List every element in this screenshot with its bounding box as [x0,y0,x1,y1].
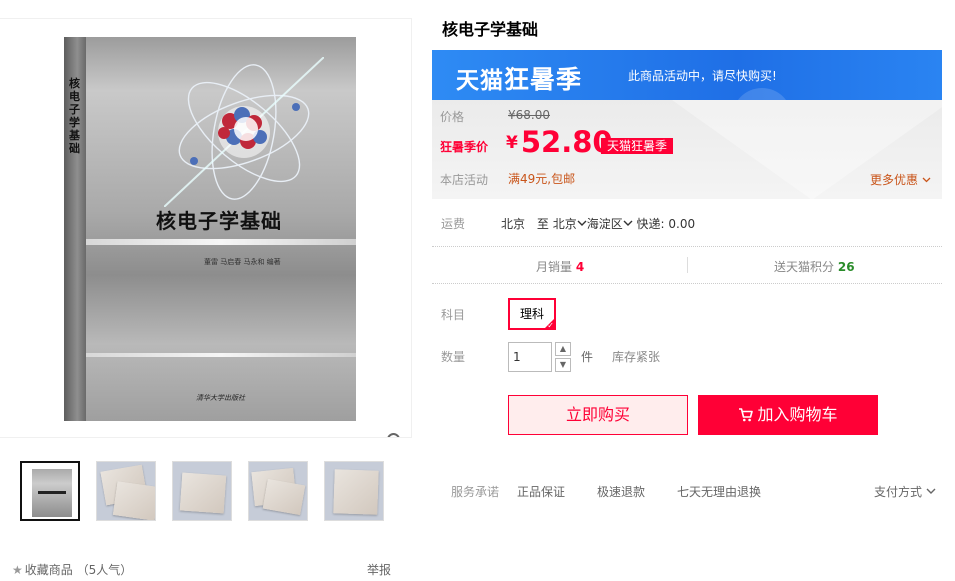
thumbnail-2[interactable] [96,461,156,521]
chevron-down-icon [926,488,936,494]
book-front: 核电子学基础 董雷 马启春 马永和 编著 清华大学出版社 [86,37,356,421]
cover-title: 核电子学基础 [156,209,282,233]
stock-status: 库存紧张 [612,350,661,364]
service-seven-day-return[interactable]: 七天无理由退换 [677,483,761,500]
buy-now-button[interactable]: 立即购买 [508,395,688,435]
original-price-value: 68.00 [515,108,550,122]
ship-district-select[interactable]: 海淀区 [587,217,633,231]
cover-publisher: 清华大学出版社 [196,394,245,402]
promo-logo-event: 狂暑季 [504,65,583,94]
cover-band [86,239,356,245]
chevron-down-icon [922,177,931,183]
report-link[interactable]: 举报 [367,561,391,578]
original-price: ¥68.00 [508,108,550,122]
main-product-image[interactable]: 核电子学基础 核电子学基础 董雷 马启春 马永和 编著 清华大学出版社 [0,18,412,438]
express-fee: 快递: 0.00 [636,217,696,231]
subject-option-selected[interactable]: 理科 ✓ [508,298,556,330]
thumbnail-5[interactable] [324,461,384,521]
promo-note: 此商品活动中，请尽快购买! [628,69,777,83]
banner-decoration [732,88,792,100]
subject-row: 科目 理科 ✓ [432,296,942,332]
service-fast-refund[interactable]: 极速退款 [597,483,645,500]
sales-stats-row: 月销量 4 送天猫积分 26 [432,246,942,284]
thumbnail-1[interactable] [20,461,80,521]
quantity-increase-button[interactable]: ▲ [555,342,571,356]
subject-label: 科目 [441,308,466,322]
shipping-label: 运费 [441,217,466,231]
star-icon: ★ [12,563,23,577]
price-label: 价格 [440,110,465,124]
service-label: 服务承诺 [451,485,500,499]
quantity-unit: 件 [581,350,594,364]
promo-price-value: 52.80 [520,125,613,159]
shipping-row: 运费 北京 至 北京 海淀区 快递: 0.00 [432,205,942,241]
zoom-icon[interactable] [386,432,404,438]
check-icon: ✓ [547,321,554,330]
collect-count: （5人气） [76,563,133,577]
price-panel: 价格 ¥68.00 狂暑季价 ¥52.80 天猫狂暑季 本店活动 满49元,包邮… [432,100,942,199]
promo-logo: 天猫狂暑季 [456,60,582,96]
atom-illustration [164,57,324,207]
tmall-points: 送天猫积分 26 [774,258,855,275]
collect-product[interactable]: ★ 收藏商品 （5人气） [12,561,132,578]
quantity-input[interactable] [508,342,552,372]
thumbnail-4[interactable] [248,461,308,521]
add-to-cart-label: 加入购物车 [757,405,838,424]
promo-tag: 天猫狂暑季 [601,138,674,154]
shipping-info: 北京 至 北京 海淀区 快递: 0.00 [501,215,695,232]
spine-title: 核电子学基础 [69,77,80,155]
ship-to-word: 至 [536,217,549,231]
promo-banner: 天猫狂暑季 此商品活动中，请尽快购买! [432,50,942,100]
monthly-sales-label: 月销量 [536,260,573,274]
cart-icon [739,408,754,422]
cover-authors: 董雷 马启春 马永和 编著 [204,258,281,266]
chevron-down-icon [623,220,633,226]
monthly-sales: 月销量 4 [536,258,584,275]
ship-from: 北京 [501,217,526,231]
ship-to-city-select[interactable]: 北京 [553,217,587,231]
thumbnail-3[interactable] [172,461,232,521]
book-cover-image: 核电子学基础 核电子学基础 董雷 马启春 马永和 编著 清华大学出版社 [64,37,356,421]
subject-option-label: 理科 [519,307,544,321]
currency-symbol: ¥ [506,133,518,153]
collect-label: 收藏商品 [24,563,73,577]
thumbnail-strip [20,461,400,521]
quantity-decrease-button[interactable]: ▼ [555,358,571,372]
cover-band [86,353,356,357]
service-genuine[interactable]: 正品保证 [517,483,565,500]
book-spine: 核电子学基础 [64,37,86,421]
promo-logo-brand: 天猫 [456,68,504,94]
stats-divider [687,257,688,273]
promo-price-label: 狂暑季价 [440,140,489,154]
quantity-label: 数量 [441,350,466,364]
product-title: 核电子学基础 [442,20,539,39]
quantity-row: 数量 ▲ ▼ 件 库存紧张 [432,340,942,372]
tmall-points-value: 26 [837,260,855,274]
add-to-cart-button[interactable]: 加入购物车 [698,395,878,435]
more-offers-link[interactable]: 更多优惠 [870,171,931,188]
tmall-points-label: 送天猫积分 [774,260,835,274]
shop-activity: 满49元,包邮 [508,172,576,186]
chevron-down-icon [577,220,587,226]
payment-methods-dropdown[interactable]: 支付方式 [874,483,936,500]
monthly-sales-value: 4 [575,260,585,274]
service-row: 服务承诺 正品保证 极速退款 七天无理由退换 支付方式 [432,480,942,502]
promo-price: ¥52.80 [506,125,613,159]
activity-label: 本店活动 [440,173,489,187]
